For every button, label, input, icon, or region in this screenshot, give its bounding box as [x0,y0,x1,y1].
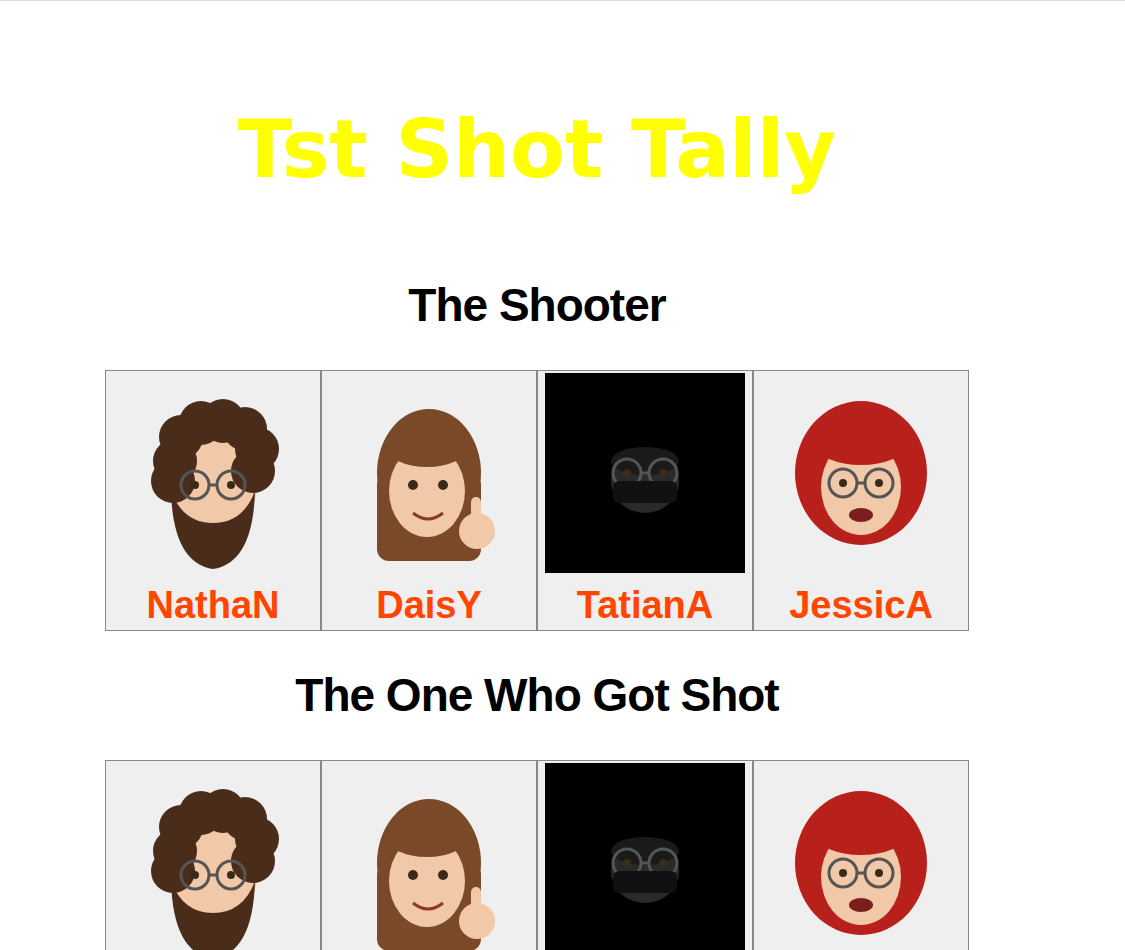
avatar-icon [761,763,961,950]
avatar-icon [113,373,313,573]
avatar-icon [329,763,529,950]
player-row: NathaN DaisY TatianA JessicA [105,370,969,631]
player-card[interactable]: TatianA [537,370,753,631]
glasses-icon [181,861,245,889]
player-card[interactable]: NathaN [105,370,321,631]
player-card[interactable] [321,760,537,950]
player-name: DaisY [376,583,482,627]
player-section: The One Who Got Shot [105,667,969,950]
avatar [329,373,529,573]
avatar [761,373,961,573]
avatar [329,763,529,950]
page: Tst Shot Tally The Shooter NathaN DaisY Tati… [0,0,1125,950]
player-name: JessicA [789,583,933,627]
avatar [113,763,313,950]
avatar [545,763,745,950]
player-card[interactable] [105,760,321,950]
main: Tst Shot Tally The Shooter NathaN DaisY Tati… [0,1,1074,950]
app-title: Tst Shot Tally [238,102,837,198]
player-name: NathaN [146,583,279,627]
avatar-icon [545,763,745,950]
glasses-icon [829,469,893,497]
player-card[interactable] [537,760,753,950]
player-name: TatianA [577,583,714,627]
player-card[interactable]: JessicA [753,370,969,631]
player-card[interactable]: DaisY [321,370,537,631]
player-card[interactable] [753,760,969,950]
section-heading: The Shooter [408,277,665,333]
section-heading: The One Who Got Shot [295,667,778,723]
avatar-icon [329,373,529,573]
avatar-icon [113,763,313,950]
player-section: The Shooter NathaN DaisY TatianA JessicA [105,277,969,631]
glasses-icon [829,859,893,887]
avatar [761,763,961,950]
avatar [545,373,745,573]
avatar-icon [545,373,745,573]
glasses-icon [181,471,245,499]
avatar [113,373,313,573]
avatar-icon [761,373,961,573]
player-row [105,760,969,950]
